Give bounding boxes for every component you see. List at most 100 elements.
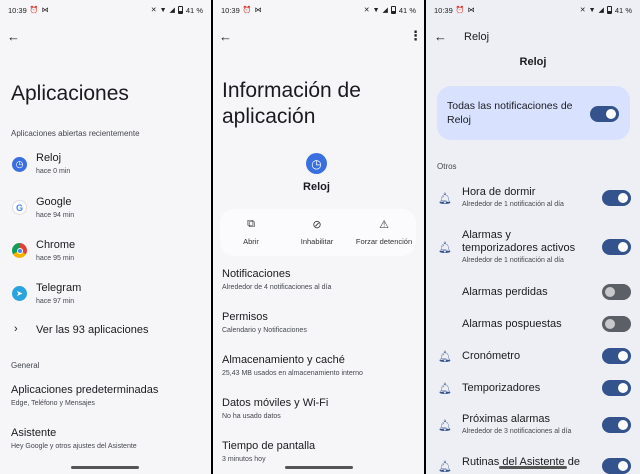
app-label: Reloj bbox=[519, 56, 547, 68]
battery-icon bbox=[177, 6, 183, 14]
open-icon: ⧉ bbox=[247, 218, 255, 230]
app-last-used: hace 0 min bbox=[36, 168, 71, 175]
item-title: Permisos bbox=[222, 311, 268, 323]
all-notifications-card[interactable]: Todas las notificaciones de Reloj bbox=[437, 86, 630, 140]
mobile-data-item[interactable]: Datos móviles y Wi-Fi No ha usado datos bbox=[213, 393, 424, 425]
gesture-bar[interactable] bbox=[285, 466, 353, 469]
screen-time-item[interactable]: Tiempo de pantalla 3 minutos hoy bbox=[213, 436, 424, 468]
google-icon: G bbox=[12, 200, 27, 215]
channel-stopwatch[interactable]: 🔔︎ Cronómetro bbox=[426, 344, 640, 370]
item-subtitle: Hey Google y otros ajustes del Asistente bbox=[11, 443, 137, 450]
channel-toggle[interactable] bbox=[602, 239, 631, 255]
list-item[interactable]: G Google hace 94 min bbox=[0, 191, 211, 227]
item-title: Notificaciones bbox=[222, 268, 291, 280]
gesture-bar[interactable] bbox=[499, 466, 567, 469]
status-bar: 10:39 ⏰ ⋈ ✕ ▼ ◢ 41 % bbox=[213, 0, 424, 20]
battery-icon bbox=[606, 6, 612, 14]
channel-title-line2: temporizadores activos bbox=[462, 242, 576, 254]
channel-timers[interactable]: 🔔︎ Temporizadores bbox=[426, 376, 640, 402]
channel-snoozed-alarms[interactable]: Alarmas pospuestas bbox=[426, 312, 640, 338]
wifi-icon: ▼ bbox=[159, 6, 167, 14]
telegram-icon: ➤ bbox=[12, 286, 27, 301]
action-label: Abrir bbox=[243, 237, 259, 246]
chrome-icon bbox=[12, 243, 27, 258]
notifications-item[interactable]: Notificaciones Alrededor de 4 notificaci… bbox=[213, 264, 424, 296]
assistant-item[interactable]: Asistente Hey Google y otros ajustes del… bbox=[0, 423, 211, 455]
list-item[interactable]: ◷ Reloj hace 0 min bbox=[0, 148, 211, 184]
panel-app-info: 10:39 ⏰ ⋈ ✕ ▼ ◢ 41 % ← ⋮ Información de aplic… bbox=[213, 0, 424, 474]
others-header: Otros bbox=[437, 162, 457, 171]
battery-level: 41 % bbox=[614, 5, 632, 15]
bell-icon: 🔔︎ bbox=[438, 383, 452, 395]
channel-toggle[interactable] bbox=[602, 190, 631, 206]
back-arrow-icon[interactable]: ← bbox=[7, 29, 20, 44]
bell-icon: 🔔︎ bbox=[438, 461, 452, 473]
more-options-icon[interactable]: ⋮ bbox=[409, 29, 422, 42]
list-item[interactable]: ➤ Telegram hace 97 min bbox=[0, 277, 211, 313]
item-title: Datos móviles y Wi-Fi bbox=[222, 397, 329, 409]
channel-toggle[interactable] bbox=[602, 380, 631, 396]
bell-icon: 🔔︎ bbox=[438, 242, 452, 254]
item-title: Tiempo de pantalla bbox=[222, 440, 316, 452]
app-name: Google bbox=[36, 196, 72, 208]
app-name: Reloj bbox=[303, 181, 330, 193]
alarm-icon: ⏰ bbox=[242, 7, 252, 14]
channel-toggle[interactable] bbox=[602, 458, 631, 474]
list-item[interactable]: Chrome hace 95 min bbox=[0, 234, 211, 270]
channel-upcoming-alarms[interactable]: 🔔︎ Próximas alarmas Alrededor de 3 notif… bbox=[426, 408, 640, 444]
channel-toggle[interactable] bbox=[602, 348, 631, 364]
channel-title: Temporizadores bbox=[462, 382, 541, 394]
status-time: 10:39 bbox=[8, 5, 27, 15]
channel-assistant-routines[interactable]: 🔔︎ Rutinas del Asistente de bbox=[426, 450, 640, 474]
channel-title: Alarmas pospuestas bbox=[462, 318, 562, 330]
channel-title: Hora de dormir bbox=[462, 186, 536, 198]
permissions-item[interactable]: Permisos Calendario y Notificaciones bbox=[213, 307, 424, 339]
channel-title: Alarmas y bbox=[462, 229, 511, 241]
item-subtitle: Alrededor de 4 notificaciones al día bbox=[222, 284, 332, 291]
channel-toggle[interactable] bbox=[602, 284, 631, 300]
clock-icon: ◷ bbox=[306, 153, 327, 174]
action-card: ⧉ Abrir ⊘ Inhabilitar ⚠ Forzar detención bbox=[220, 209, 416, 256]
default-apps-item[interactable]: Aplicaciones predeterminadas Edge, Teléf… bbox=[0, 380, 211, 412]
page-title-line2: aplicación bbox=[222, 105, 316, 128]
notification-icon: ⋈ bbox=[467, 7, 475, 14]
force-stop-button[interactable]: ⚠ Forzar detención bbox=[352, 209, 416, 256]
back-arrow-icon[interactable]: ← bbox=[219, 29, 232, 44]
channel-toggle[interactable] bbox=[602, 417, 631, 433]
battery-level: 41 % bbox=[398, 5, 416, 15]
status-bar: 10:39 ⏰ ⋈ ✕ ▼ ◢ 41 % bbox=[426, 0, 640, 20]
clock-icon: ◷ bbox=[12, 157, 27, 172]
app-name: Telegram bbox=[36, 282, 82, 294]
see-all-apps-button[interactable]: › Ver las 93 aplicaciones bbox=[0, 320, 211, 342]
app-last-used: hace 95 min bbox=[36, 255, 75, 262]
wifi-icon: ▼ bbox=[588, 6, 596, 14]
open-button[interactable]: ⧉ Abrir bbox=[220, 209, 282, 256]
status-time: 10:39 bbox=[221, 5, 240, 15]
item-subtitle: No ha usado datos bbox=[222, 413, 281, 420]
channel-bedtime[interactable]: 🔔︎ Hora de dormir Alrededor de 1 notific… bbox=[426, 180, 640, 216]
action-label: Inhabilitar bbox=[300, 237, 334, 246]
channel-subtitle: Alrededor de 3 notificaciones al día bbox=[462, 428, 572, 435]
channel-toggle[interactable] bbox=[602, 316, 631, 332]
channel-title: Cronómetro bbox=[462, 350, 521, 362]
see-all-label: Ver las 93 aplicaciones bbox=[36, 324, 149, 336]
notification-icon: ⋈ bbox=[254, 7, 262, 14]
app-name: Reloj bbox=[36, 152, 62, 164]
bell-icon: 🔔︎ bbox=[438, 351, 452, 363]
all-notifications-toggle[interactable] bbox=[590, 106, 619, 122]
general-header: General bbox=[11, 361, 40, 370]
page-title-line1: Información de bbox=[222, 79, 361, 102]
battery-level: 41 % bbox=[185, 5, 203, 15]
channel-subtitle: Alrededor de 1 notificación al día bbox=[462, 257, 564, 264]
mute-icon: ✕ bbox=[579, 7, 586, 14]
disable-button[interactable]: ⊘ Inhabilitar bbox=[282, 209, 352, 256]
storage-item[interactable]: Almacenamiento y caché 25,43 MB usados e… bbox=[213, 350, 424, 382]
channel-active-alarms[interactable]: 🔔︎ Alarmas y temporizadores activos Alre… bbox=[426, 225, 640, 271]
warning-icon: ⚠ bbox=[379, 219, 389, 231]
signal-icon: ◢ bbox=[382, 7, 388, 14]
back-arrow-icon[interactable]: ← bbox=[434, 29, 447, 44]
channel-missed-alarms[interactable]: Alarmas perdidas bbox=[426, 280, 640, 306]
gesture-bar[interactable] bbox=[71, 466, 139, 469]
mute-icon: ✕ bbox=[363, 7, 370, 14]
chevron-right-icon: › bbox=[14, 323, 18, 335]
